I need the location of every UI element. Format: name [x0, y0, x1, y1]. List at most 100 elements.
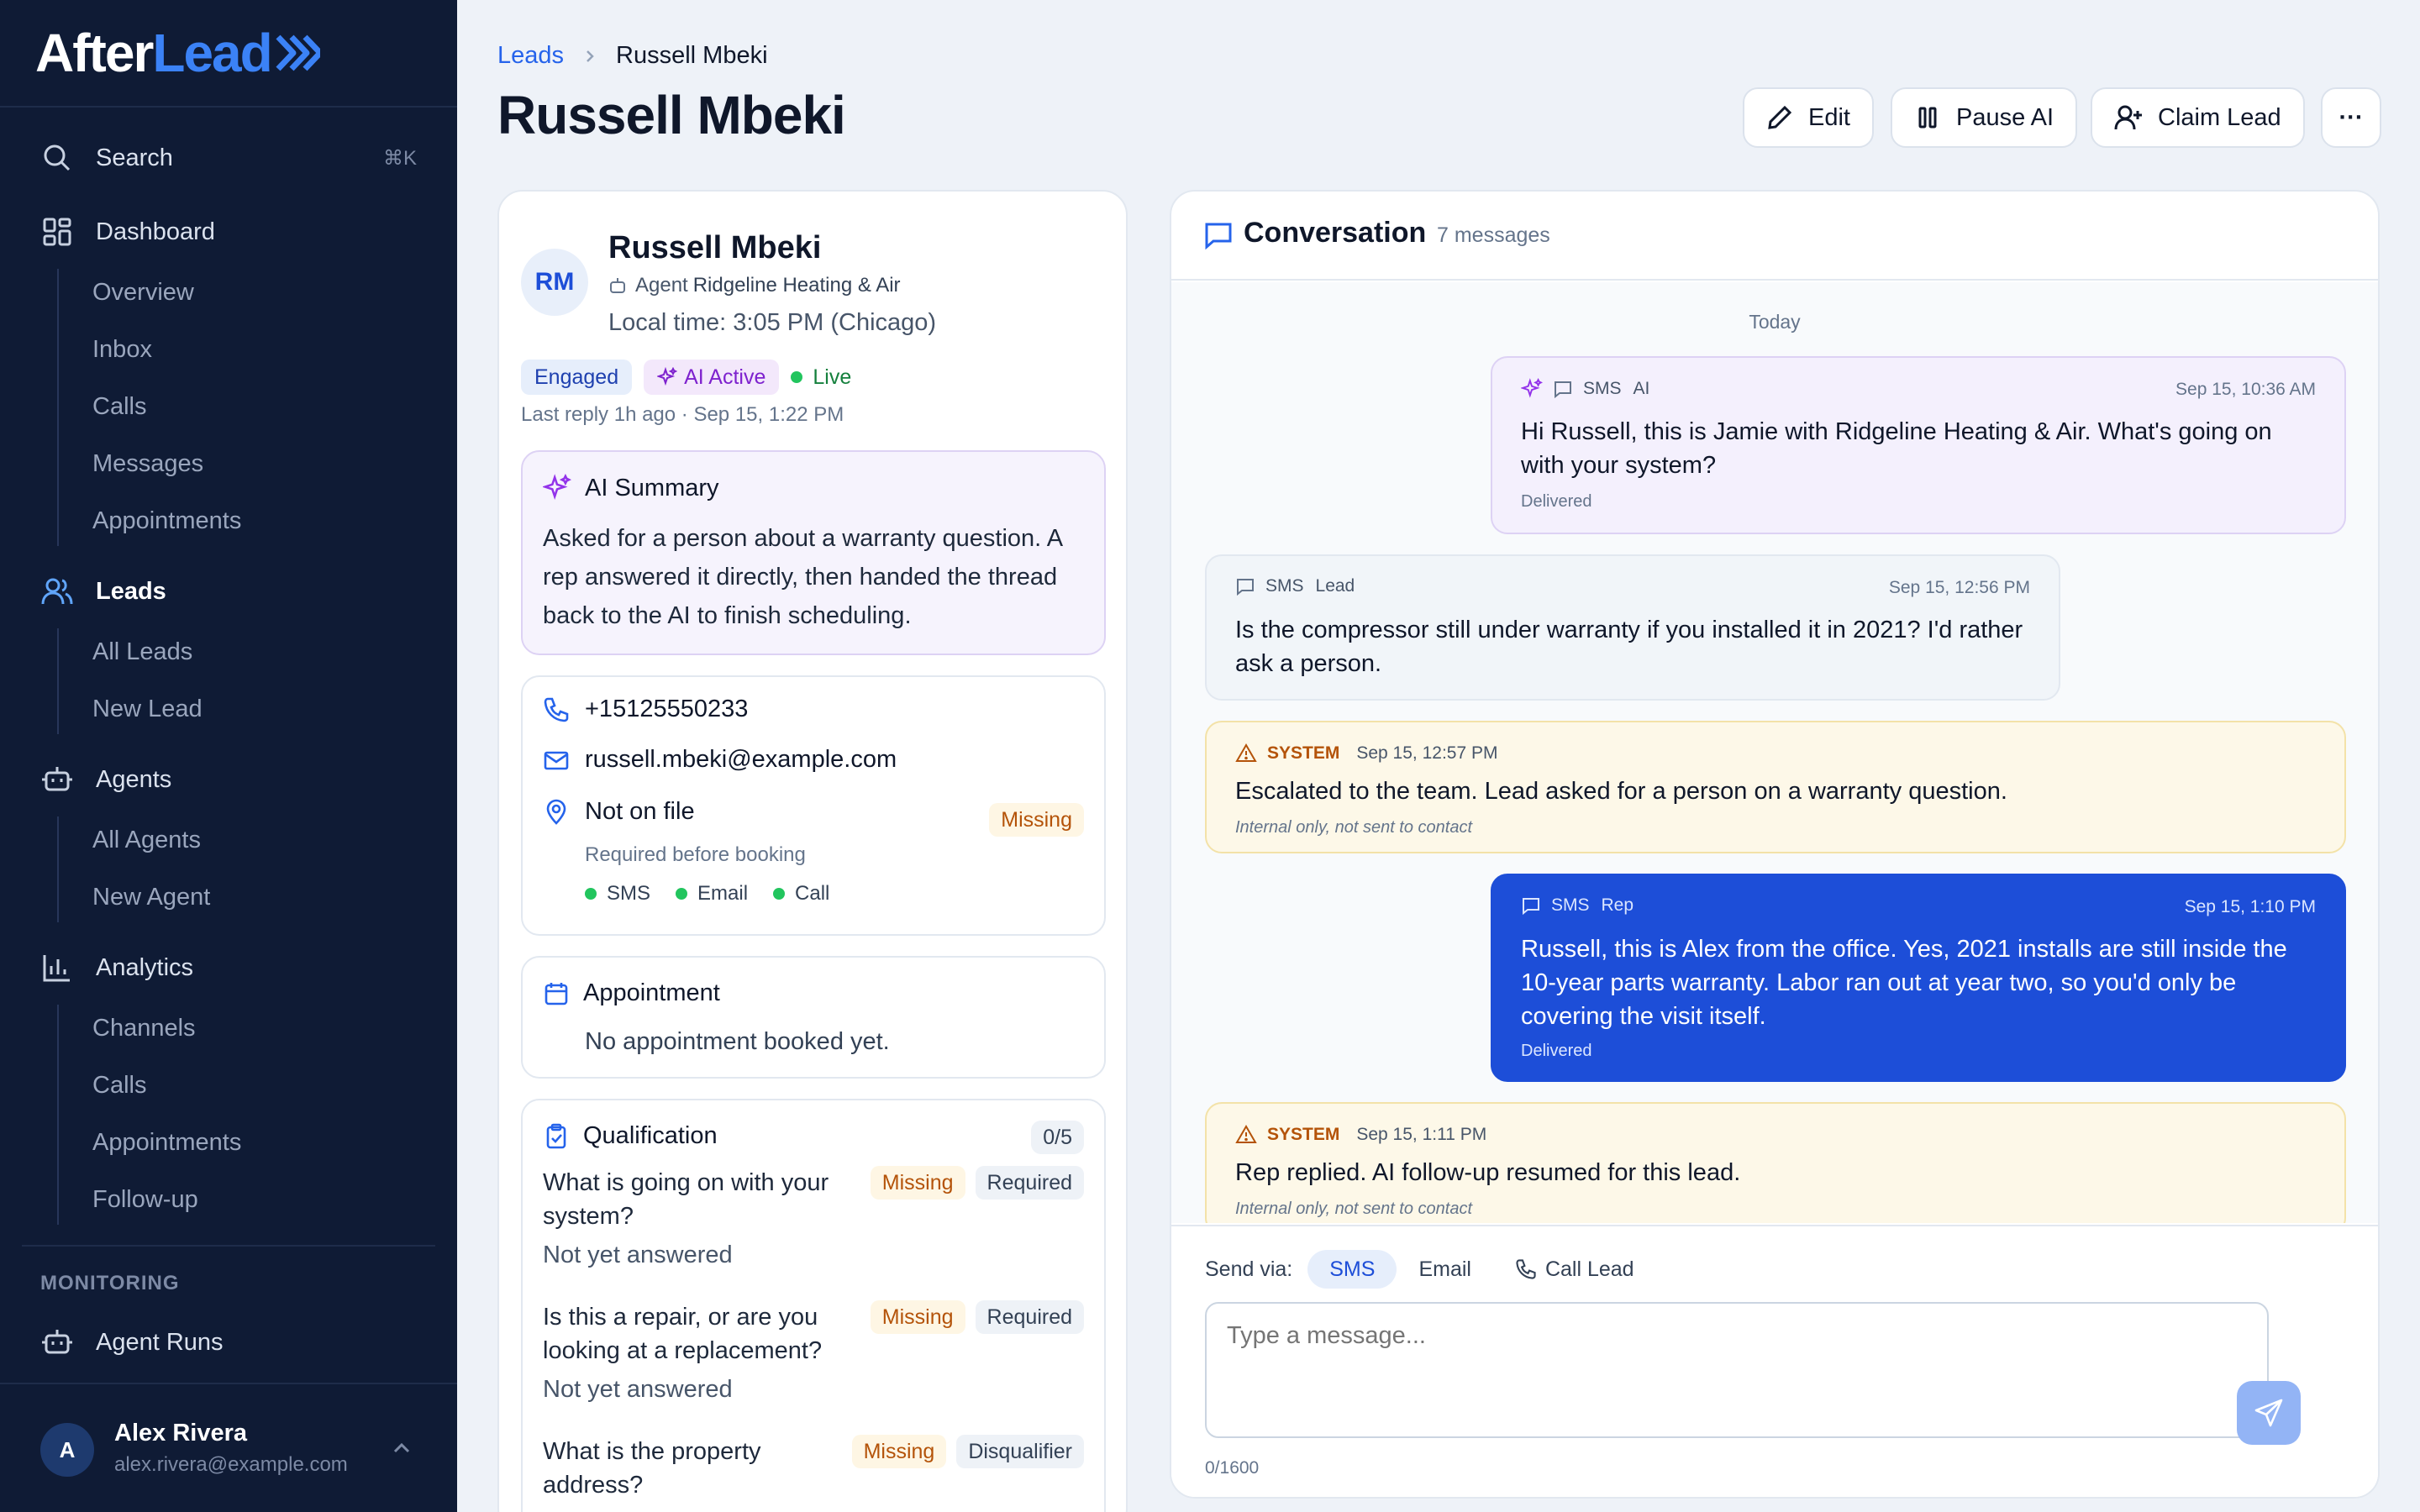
logo-text-lead: Lead [152, 23, 272, 83]
qualification-card: Qualification 0/5 What is going on with … [521, 1099, 1106, 1512]
message-meta: SMS AI [1521, 378, 1661, 400]
question-text: What is going on with your system? [543, 1169, 829, 1230]
appointment-header: Appointment [543, 979, 720, 1007]
phone-row[interactable]: +15125550233 [543, 696, 748, 723]
sidebar-item-analytics-appointments[interactable]: Appointments [92, 1119, 241, 1166]
call-lead-button[interactable]: Call Lead [1493, 1250, 1656, 1289]
message-bubble-rep: SMS Rep Sep 15, 1:10 PM Russell, this is… [1491, 874, 2346, 1082]
sidebar-item-label: Analytics [96, 953, 194, 981]
message-text: Russell, this is Alex from the office. Y… [1521, 936, 2287, 1030]
sidebar-item-analytics-calls[interactable]: Calls [92, 1062, 146, 1109]
user-name: Alex Rivera [114, 1420, 247, 1446]
clipboard-check-icon [546, 1123, 566, 1148]
missing-badge: Missing [870, 1300, 965, 1334]
edit-button[interactable]: Edit [1743, 87, 1874, 148]
question-badges: Missing Disqualifier [842, 1435, 1084, 1468]
map-pin-icon [543, 799, 571, 826]
message-text: Escalated to the team. Lead asked for a … [1235, 778, 2007, 805]
required-badge: Required [975, 1300, 1084, 1334]
user-menu[interactable]: A Alex Rivera alex.rivera@example.com [0, 1383, 457, 1512]
channel-sms: SMS [585, 882, 650, 906]
sidebar-item-leads[interactable]: Leads [40, 566, 417, 617]
sidebar-search[interactable]: Search ⌘K [40, 133, 417, 183]
sidebar-item-inbox[interactable]: Inbox [92, 326, 152, 373]
message-input[interactable] [1205, 1302, 2269, 1438]
send-button[interactable] [2237, 1381, 2301, 1445]
agent-name[interactable]: Ridgeline Heating & Air [693, 274, 901, 297]
missing-badge: Missing [851, 1435, 947, 1468]
breadcrumb-leads-link[interactable]: Leads [497, 42, 564, 70]
message-channel: SMS [1551, 895, 1590, 915]
logo-chevrons-icon [276, 34, 320, 71]
message-channel: SMS [1265, 576, 1304, 596]
message-sender: Rep [1601, 895, 1634, 915]
conversation-header: Conversation 7 messages [1171, 192, 2378, 281]
calendar-icon [544, 982, 568, 1005]
send-via-email[interactable]: Email [1397, 1250, 1493, 1289]
question-text: What is the property address? [543, 1438, 761, 1499]
contact-info-card: +15125550233 russell.mbeki@example.com N… [521, 675, 1106, 936]
sidebar-item-follow-up[interactable]: Follow-up [92, 1176, 198, 1223]
send-via-sms[interactable]: SMS [1307, 1250, 1397, 1289]
call-lead-label: Call Lead [1544, 1257, 1634, 1281]
message-bubble-ai: SMS AI Sep 15, 10:36 AM Hi Russell, this… [1491, 356, 2346, 534]
chevron-up-icon[interactable] [390, 1436, 413, 1460]
message-thread[interactable]: Today SMS AI Sep 15, 10:36 AM Hi Russell… [1171, 282, 2378, 1223]
sidebar-item-channels[interactable]: Channels [92, 1005, 196, 1052]
sidebar-item-appointments[interactable]: Appointments [92, 497, 241, 544]
sidebar-item-overview[interactable]: Overview [92, 269, 194, 316]
alert-triangle-icon [1235, 743, 1257, 762]
disqualifier-badge: Disqualifier [956, 1435, 1084, 1468]
channel-email: Email [676, 882, 748, 906]
message-text: Rep replied. AI follow-up resumed for th… [1235, 1159, 1741, 1186]
tree-line [57, 1005, 59, 1225]
missing-badge: Missing [870, 1166, 965, 1200]
message-square-icon [1237, 579, 1254, 596]
sparkles-icon [543, 474, 571, 500]
question-item: Is this a repair, or are you looking at … [543, 1300, 1084, 1404]
status-dot [676, 888, 688, 900]
page-title: Russell Mbeki [497, 85, 846, 145]
day-separator: Today [1749, 311, 1801, 333]
more-options-button[interactable]: ··· [2321, 87, 2381, 148]
lead-agent: Agent Ridgeline Heating & Air [608, 274, 901, 297]
sidebar-item-label: Agents [96, 765, 172, 793]
email-row[interactable]: russell.mbeki@example.com [543, 746, 897, 774]
question-badges: Missing Required [860, 1166, 1084, 1200]
message-meta: SYSTEM Sep 15, 1:11 PM [1235, 1124, 1486, 1146]
required-badge: Required [975, 1166, 1084, 1200]
message-square-icon [1205, 223, 1232, 250]
sidebar-item-agent-runs[interactable]: Agent Runs [40, 1317, 417, 1368]
question-text: Is this a repair, or are you looking at … [543, 1304, 823, 1364]
system-message: SYSTEM Sep 15, 12:57 PM Escalated to the… [1205, 721, 2346, 853]
sidebar-item-messages[interactable]: Messages [92, 440, 203, 487]
question-item: What is the property address? Missing Di… [543, 1435, 1084, 1502]
question-badges: Missing Required [860, 1300, 1084, 1334]
appointment-title: Appointment [583, 979, 720, 1006]
breadcrumb: Leads Russell Mbeki [497, 42, 768, 70]
last-reply: Last reply 1h ago · Sep 15, 1:22 PM [521, 403, 844, 426]
address-row: Not on file [543, 798, 695, 826]
message-count: 7 messages [1437, 223, 1550, 247]
sidebar-item-dashboard[interactable]: Dashboard [40, 207, 417, 257]
sidebar-item-all-agents[interactable]: All Agents [92, 816, 201, 864]
sidebar-item-new-lead[interactable]: New Lead [92, 685, 203, 732]
question-answer: Not yet answered [543, 1242, 733, 1268]
address-note: Required before booking [585, 843, 806, 866]
sidebar-item-all-leads[interactable]: All Leads [92, 628, 192, 675]
qualification-header: Qualification [543, 1122, 718, 1150]
sidebar-item-agents[interactable]: Agents [40, 754, 417, 805]
live-dot [791, 371, 803, 383]
sidebar-item-calls[interactable]: Calls [92, 383, 146, 430]
message-meta: SYSTEM Sep 15, 12:57 PM [1235, 743, 1497, 764]
sidebar-item-new-agent[interactable]: New Agent [92, 874, 210, 921]
internal-note: Internal only, not sent to contact [1235, 1200, 1473, 1218]
pause-ai-button[interactable]: Pause AI [1891, 87, 2078, 148]
sidebar-item-analytics[interactable]: Analytics [40, 942, 417, 993]
message-meta: SMS Lead [1235, 576, 1366, 596]
app-logo[interactable]: After Lead [35, 23, 320, 83]
message-text: Hi Russell, this is Jamie with Ridgeline… [1521, 418, 2272, 479]
appointment-empty-text: No appointment booked yet. [585, 1028, 890, 1055]
claim-lead-button[interactable]: Claim Lead [2091, 87, 2305, 148]
bar-chart-icon [40, 951, 74, 984]
